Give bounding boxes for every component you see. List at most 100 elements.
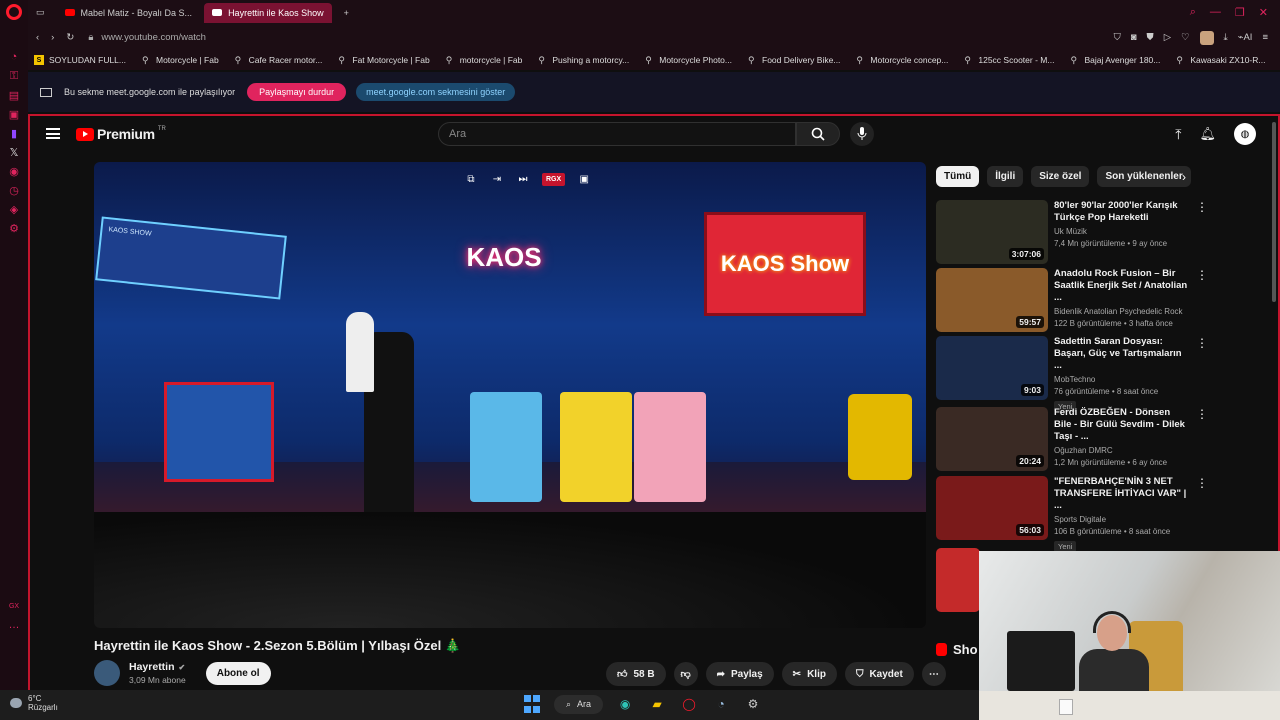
more-vert-icon[interactable]: ⋮ bbox=[1196, 476, 1208, 540]
video-thumbnail[interactable]: 20:24 bbox=[936, 407, 1048, 471]
video-thumbnail[interactable]: 59:57 bbox=[936, 268, 1048, 332]
settings-app-icon[interactable]: ⚙ bbox=[743, 694, 763, 714]
recommendation-item[interactable]: 3:07:06 80'ler 90'lar 2000'ler Karışık T… bbox=[936, 200, 1256, 264]
file-explorer-icon[interactable]: ▰ bbox=[647, 694, 667, 714]
chip-all[interactable]: Tümü bbox=[936, 166, 980, 187]
page-scrollbar[interactable] bbox=[1272, 122, 1276, 302]
menu-icon[interactable]: ≡ bbox=[1262, 32, 1268, 43]
bookmark-item[interactable]: ⚲ Bajaj Avenger 180... bbox=[1070, 55, 1160, 65]
search-button[interactable] bbox=[796, 122, 840, 146]
tab-workspaces[interactable]: ▭ bbox=[28, 3, 53, 23]
like-button[interactable]: 👍︎ 58 B bbox=[606, 662, 666, 686]
bookmark-item[interactable]: ⚲ 125cc Scooter - M... bbox=[964, 55, 1054, 65]
clip-button[interactable]: ✂ Klip bbox=[781, 662, 837, 686]
video-thumbnail[interactable]: 9:03 bbox=[936, 336, 1048, 400]
profile-avatar[interactable] bbox=[1199, 30, 1214, 45]
channel-avatar[interactable] bbox=[94, 660, 120, 686]
bookmark-item[interactable]: ⚲ Motorcycle concep... bbox=[856, 55, 948, 65]
play-icon[interactable]: ▷ bbox=[1164, 32, 1171, 43]
forward-icon[interactable]: › bbox=[51, 32, 54, 43]
voice-search-button[interactable] bbox=[850, 122, 874, 146]
chip-related[interactable]: İlgili bbox=[987, 166, 1024, 187]
bookmark-item[interactable]: ⚲ motorcycle | Fab bbox=[446, 55, 523, 65]
edge-icon[interactable]: ◉ bbox=[615, 694, 635, 714]
weather-widget[interactable]: 6°C Rüzgarlı bbox=[10, 694, 58, 712]
more-vert-icon[interactable]: ⋮ bbox=[1196, 200, 1208, 264]
back-icon[interactable]: ‹ bbox=[36, 32, 39, 43]
chip-recent[interactable]: Son yüklenenler bbox=[1097, 166, 1191, 187]
share-button[interactable]: ➦ Paylaş bbox=[705, 662, 774, 686]
more-vert-icon[interactable]: ⋮ bbox=[1196, 336, 1208, 400]
more-icon[interactable]: … bbox=[6, 617, 22, 633]
video-thumbnail[interactable]: 3:07:06 bbox=[936, 200, 1048, 264]
url-field[interactable]: www.youtube.com/watch bbox=[101, 32, 206, 43]
bookmark-item[interactable]: ⚲ Food Delivery Bike... bbox=[748, 55, 840, 65]
aria-icon[interactable]: ◔ bbox=[6, 49, 22, 65]
minimize-button[interactable]: — bbox=[1210, 6, 1221, 19]
shield-icon[interactable]: ⛊ bbox=[1147, 32, 1154, 43]
settings-icon[interactable]: ⚙ bbox=[6, 220, 22, 236]
video-player[interactable]: KAOS SHOW KAOS KAOS Show ⧉ ⇥ ⏭︎ RGX ▣ bbox=[94, 162, 926, 628]
upload-icon[interactable]: ⤒ bbox=[1175, 126, 1181, 143]
dislike-button[interactable]: 👎︎ bbox=[673, 662, 698, 686]
bookmark-icon[interactable]: ⛉ bbox=[1114, 32, 1121, 43]
theater-icon[interactable]: ▣ bbox=[577, 172, 591, 186]
reload-icon[interactable]: ↻ bbox=[66, 32, 74, 43]
bookmark-item[interactable]: ⚲ Fat Motorcycle | Fab bbox=[338, 55, 429, 65]
taskbar-search[interactable]: ⌕ Ara bbox=[554, 694, 604, 714]
camera-icon[interactable]: ◙ bbox=[1131, 32, 1137, 43]
aria-ai-button[interactable]: ⌁AI bbox=[1238, 32, 1253, 43]
steam-icon[interactable]: ◔ bbox=[711, 694, 731, 714]
maximize-button[interactable]: ❐ bbox=[1235, 6, 1245, 19]
miniplayer-icon[interactable]: ⧉ bbox=[464, 172, 478, 186]
opera-gx-icon[interactable]: ◯ bbox=[679, 694, 699, 714]
recommendation-item[interactable]: 59:57 Anadolu Rock Fusion – Bir Saatlik … bbox=[936, 268, 1256, 332]
more-vert-icon[interactable]: ⋮ bbox=[1196, 407, 1208, 471]
news-icon[interactable]: ▣ bbox=[6, 106, 22, 122]
hamburger-menu-icon[interactable] bbox=[46, 128, 60, 139]
more-vert-icon[interactable]: ⋮ bbox=[1196, 268, 1208, 332]
lock-icon[interactable]: ⚿ bbox=[6, 68, 22, 84]
tab-mabel-matiz[interactable]: Mabel Matiz - Boyalı Da S... bbox=[57, 3, 201, 23]
new-tab-button[interactable]: + bbox=[336, 3, 357, 23]
bookmark-item[interactable]: S SOYLUDAN FULL... bbox=[34, 55, 126, 65]
search-tabs-icon[interactable]: ⌕ bbox=[1190, 6, 1196, 19]
bookmark-item[interactable]: ⚲ Motorcycle | Fab bbox=[142, 55, 219, 65]
notifications-bell-icon[interactable]: 🔔︎ bbox=[1199, 126, 1216, 142]
stop-sharing-button[interactable]: Paylaşmayı durdur bbox=[247, 83, 347, 101]
twitch-icon[interactable]: ▮ bbox=[6, 125, 22, 141]
opera-logo-icon[interactable] bbox=[6, 4, 22, 20]
more-actions-button[interactable]: ⋯ bbox=[921, 662, 946, 686]
bookmark-item[interactable]: ⚲ Pushing a motorcy... bbox=[538, 55, 629, 65]
search-input[interactable]: Ara bbox=[438, 122, 796, 146]
extensions-icon[interactable]: ◈ bbox=[6, 201, 22, 217]
recommendation-item[interactable]: 56:03 "FENERBAHÇE'NİN 3 NET TRANSFERE İH… bbox=[936, 476, 1256, 552]
recommendation-item[interactable]: 9:03 Sadettin Saran Dosyası: Başarı, Güç… bbox=[936, 336, 1256, 412]
chevron-right-icon[interactable]: › bbox=[1182, 170, 1186, 184]
recommendation-item[interactable]: 20:24 Ferdi ÖZBEĞEN - Dönsen Bile - Bir … bbox=[936, 407, 1256, 471]
channel-name[interactable]: Hayrettin bbox=[129, 661, 175, 673]
player-icon[interactable]: ◉ bbox=[6, 163, 22, 179]
rgx-button[interactable]: RGX bbox=[542, 172, 566, 186]
account-avatar[interactable]: ◍ bbox=[1234, 123, 1256, 145]
next-icon[interactable]: ⏭︎ bbox=[516, 172, 530, 186]
pip-icon[interactable]: ⇥ bbox=[490, 172, 504, 186]
download-icon[interactable]: ⤓ bbox=[1224, 32, 1228, 43]
subscribe-button[interactable]: Abone ol bbox=[205, 661, 271, 685]
chip-for-you[interactable]: Size özel bbox=[1031, 166, 1090, 187]
tab-kaos-show[interactable]: Hayrettin ile Kaos Show bbox=[204, 2, 332, 23]
bookmark-item[interactable]: ⚲ Motorcycle Photo... bbox=[645, 55, 732, 65]
messenger-icon[interactable]: ▤ bbox=[6, 87, 22, 103]
show-meet-tab-button[interactable]: meet.google.com sekmesini göster bbox=[356, 83, 516, 101]
close-button[interactable]: ✕ bbox=[1259, 6, 1268, 19]
history-icon[interactable]: ◷ bbox=[6, 182, 22, 198]
heart-icon[interactable]: ♡ bbox=[1181, 32, 1190, 43]
video-thumbnail[interactable] bbox=[936, 548, 980, 612]
video-thumbnail[interactable]: 56:03 bbox=[936, 476, 1048, 540]
youtube-premium-logo[interactable]: Premium TR bbox=[76, 126, 166, 142]
windows-start-icon[interactable] bbox=[522, 694, 542, 714]
bookmark-item[interactable]: ⚲ Kawasaki ZX10-R... bbox=[1176, 55, 1265, 65]
save-button[interactable]: ⛉ Kaydet bbox=[844, 662, 914, 686]
bookmark-item[interactable]: ⚲ Cafe Racer motor... bbox=[235, 55, 323, 65]
x-icon[interactable]: 𝕏 bbox=[6, 144, 22, 160]
